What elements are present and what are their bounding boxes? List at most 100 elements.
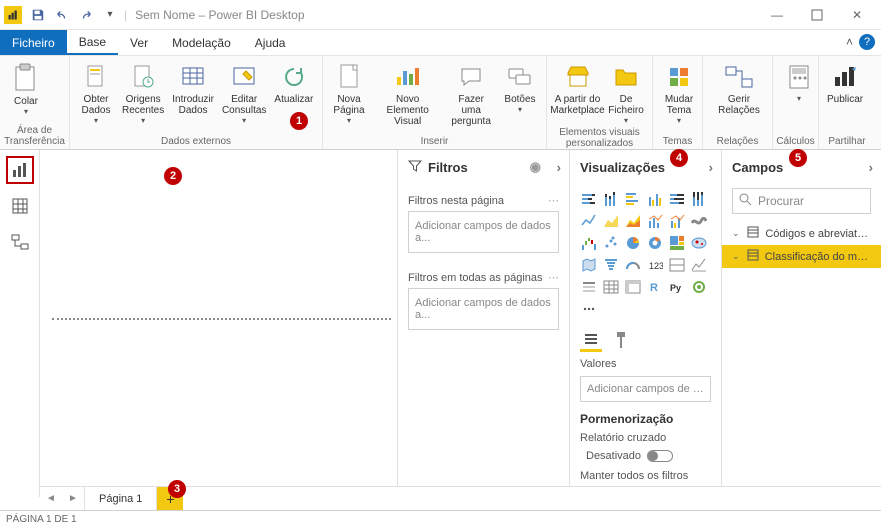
maximize-button[interactable] — [797, 1, 837, 29]
undo-icon[interactable] — [50, 3, 74, 27]
viz-key-influencers[interactable] — [690, 278, 708, 296]
viz-area[interactable] — [602, 212, 620, 230]
collapse-ribbon-icon[interactable]: ˄ — [846, 35, 853, 49]
report-canvas[interactable] — [40, 150, 397, 497]
calc-button[interactable]: ▾ — [777, 60, 821, 105]
help-icon[interactable]: ? — [859, 34, 875, 50]
more-icon[interactable]: ⋯ — [548, 271, 559, 284]
marker-2: 2 — [164, 167, 182, 185]
viz-100-column[interactable] — [690, 190, 708, 208]
marketplace-icon — [563, 62, 593, 92]
field-table-classificacao[interactable]: ⌄ Classificação do melho... — [722, 245, 881, 268]
status-bar: PÁGINA 1 DE 1 — [0, 510, 881, 528]
field-table-codigos[interactable]: ⌄ Códigos e abreviaturas — [722, 222, 881, 245]
close-button[interactable]: ✕ — [837, 1, 877, 29]
expand-filters-icon[interactable]: › — [557, 160, 561, 175]
cross-report-toggle[interactable] — [647, 450, 673, 462]
publish-button[interactable]: Publicar — [823, 60, 867, 107]
viz-map[interactable] — [690, 234, 708, 252]
new-page-button[interactable]: Nova Página▾ — [327, 60, 371, 127]
viz-python[interactable]: Py — [668, 278, 686, 296]
filters-all-drop[interactable]: Adicionar campos de dados a... — [408, 288, 559, 330]
viz-100-bar[interactable] — [668, 190, 686, 208]
next-page-button[interactable]: ► — [62, 488, 84, 510]
redo-icon[interactable] — [74, 3, 98, 27]
viz-table[interactable] — [602, 278, 620, 296]
fields-search[interactable]: Procurar — [732, 188, 871, 214]
ask-question-button[interactable]: Fazer uma pergunta — [444, 60, 498, 129]
save-icon[interactable] — [26, 3, 50, 27]
viz-funnel[interactable] — [602, 256, 620, 274]
paste-button[interactable]: Colar ▾ — [4, 60, 48, 118]
marker-4: 4 — [670, 149, 688, 167]
chevron-down-icon: ⌄ — [732, 228, 741, 239]
viz-treemap[interactable] — [668, 234, 686, 252]
viz-gauge[interactable] — [624, 256, 642, 274]
format-tab[interactable] — [610, 328, 632, 352]
values-drop[interactable]: Adicionar campos de dado... — [580, 376, 711, 402]
viz-kpi[interactable] — [690, 256, 708, 274]
report-view-button[interactable] — [6, 156, 34, 184]
filters-page-drop[interactable]: Adicionar campos de dados a... — [408, 211, 559, 253]
prev-page-button[interactable]: ◄ — [40, 488, 62, 510]
viz-slicer[interactable] — [580, 278, 598, 296]
viz-stacked-area[interactable] — [624, 212, 642, 230]
switch-theme-button[interactable]: Mudar Tema▾ — [657, 60, 701, 127]
search-icon — [739, 193, 752, 209]
viz-card[interactable]: 123 — [646, 256, 664, 274]
refresh-icon — [279, 62, 309, 92]
tab-file[interactable]: Ficheiro — [0, 30, 67, 55]
viz-line[interactable] — [580, 212, 598, 230]
minimize-button[interactable]: ― — [757, 1, 797, 29]
refresh-button[interactable]: Atualizar — [270, 60, 317, 107]
expand-viz-icon[interactable]: › — [709, 160, 713, 175]
recent-sources-button[interactable]: Origens Recentes▾ — [118, 60, 168, 127]
marketplace-button[interactable]: A partir do Marketplace — [551, 60, 604, 118]
viz-waterfall[interactable] — [580, 234, 598, 252]
viz-line-column[interactable] — [646, 212, 664, 230]
viz-more[interactable] — [580, 300, 598, 318]
viz-stacked-bar[interactable] — [580, 190, 598, 208]
viz-r[interactable]: R — [646, 278, 664, 296]
window-title: Sem Nome – Power BI Desktop — [135, 8, 304, 22]
manage-relations-button[interactable]: Gerir Relações — [707, 60, 771, 118]
viz-stacked-column[interactable] — [602, 190, 620, 208]
qat-dropdown-icon[interactable]: ▾ — [98, 3, 122, 27]
viz-filled-map[interactable] — [580, 256, 598, 274]
viz-line-clustered[interactable] — [668, 212, 686, 230]
filters-title: Filtros — [428, 160, 468, 175]
tab-help[interactable]: Ajuda — [243, 30, 298, 55]
enter-data-button[interactable]: Introduzir Dados — [168, 60, 218, 118]
viz-ribbon[interactable] — [690, 212, 708, 230]
tab-base[interactable]: Base — [67, 30, 118, 55]
tab-page-1[interactable]: Página 1 — [84, 487, 157, 510]
chart-icon — [393, 62, 423, 92]
fields-tab[interactable] — [580, 328, 602, 352]
viz-clustered-bar[interactable] — [624, 190, 642, 208]
buttons-button[interactable]: Botões▾ — [498, 60, 542, 116]
svg-text:R: R — [650, 282, 658, 294]
visibility-icon[interactable]: ◉ — [530, 159, 541, 175]
viz-pie[interactable] — [624, 234, 642, 252]
more-icon[interactable]: ⋯ — [548, 194, 559, 207]
viz-clustered-column[interactable] — [646, 190, 664, 208]
field-label: Códigos e abreviaturas — [765, 228, 871, 240]
group-label-custom: Elementos visuais personalizados — [547, 127, 652, 151]
model-view-button[interactable] — [6, 228, 34, 256]
clipboard-icon — [10, 62, 42, 94]
publish-icon — [830, 62, 860, 92]
edit-queries-button[interactable]: Editar Consultas▾ — [218, 60, 270, 127]
viz-matrix[interactable] — [624, 278, 642, 296]
tab-view[interactable]: Ver — [118, 30, 160, 55]
viz-scatter[interactable] — [602, 234, 620, 252]
edit-queries-icon — [229, 62, 259, 92]
canvas-guide — [52, 318, 391, 320]
get-data-button[interactable]: Obter Dados▾ — [74, 60, 118, 127]
new-visual-button[interactable]: Novo Elemento Visual — [371, 60, 444, 129]
viz-donut[interactable] — [646, 234, 664, 252]
expand-fields-icon[interactable]: › — [869, 160, 873, 175]
tab-model[interactable]: Modelação — [160, 30, 243, 55]
viz-multi-card[interactable] — [668, 256, 686, 274]
from-file-button[interactable]: De Ficheiro▾ — [604, 60, 648, 127]
data-view-button[interactable] — [6, 192, 34, 220]
